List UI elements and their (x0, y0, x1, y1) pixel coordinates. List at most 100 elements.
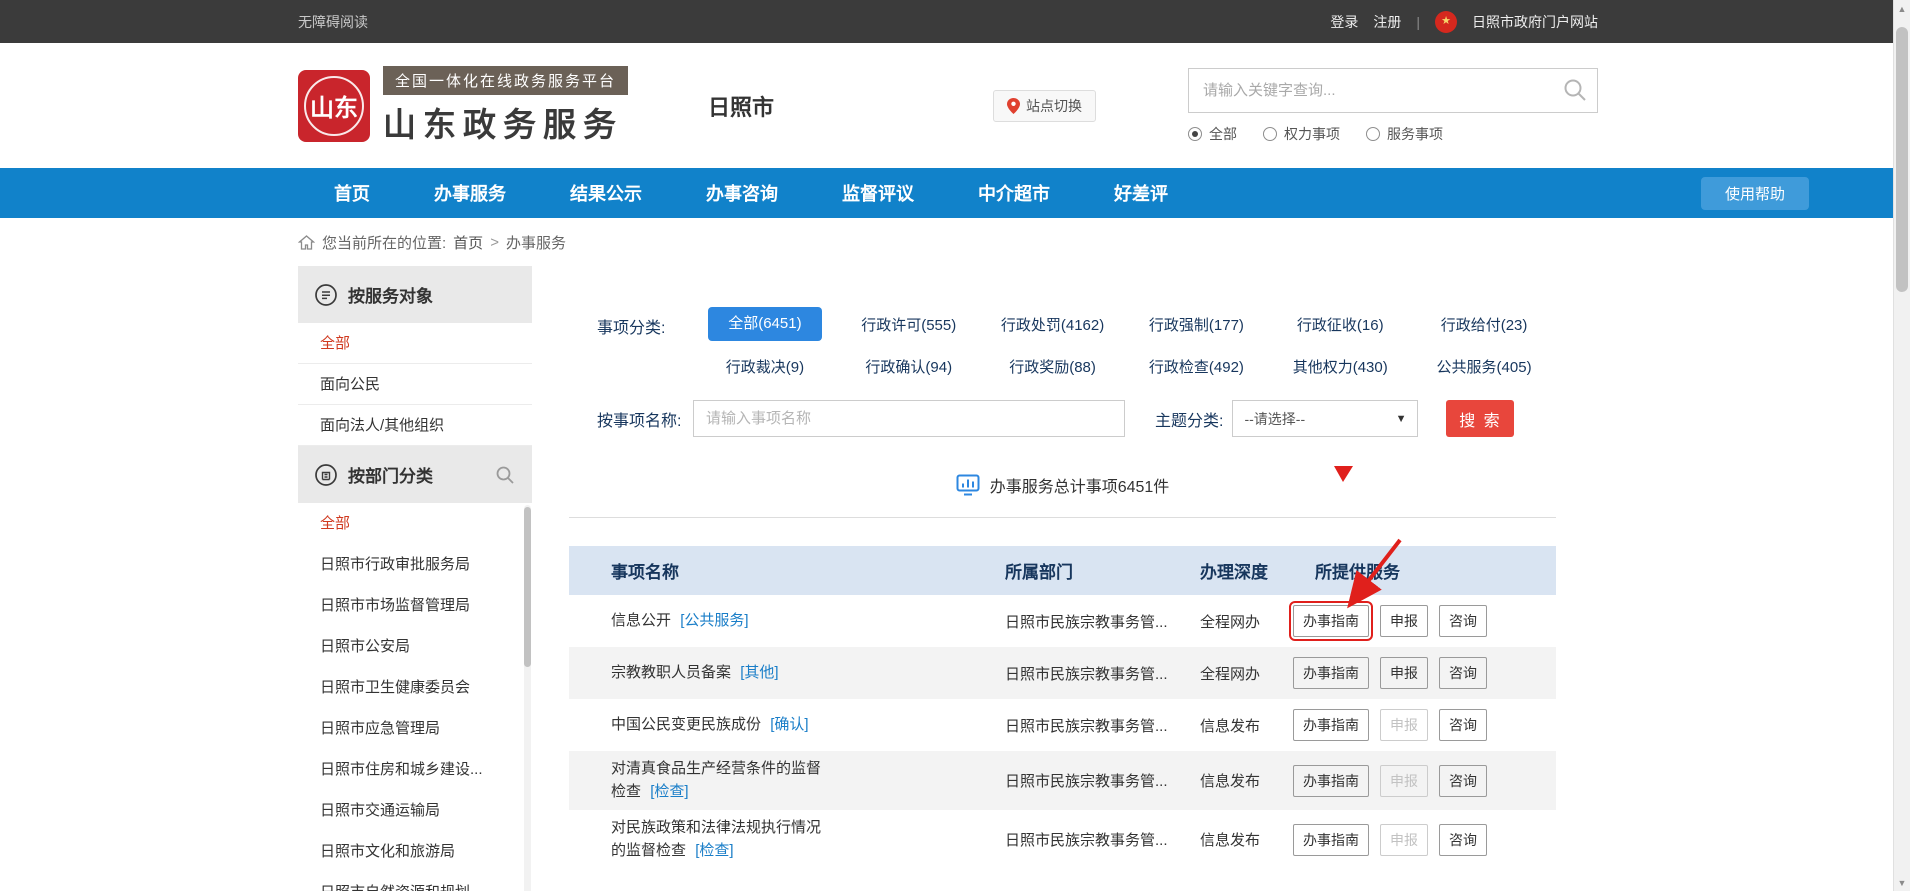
consult-button[interactable]: 咨询 (1439, 605, 1487, 637)
content: 事项分类: 全部(6451) 行政许可(555) 行政处罚(4162) 行政强制… (569, 266, 1598, 869)
category-public-service[interactable]: 公共服务(405) (1433, 356, 1536, 377)
sidebar-dept-item[interactable]: 日照市行政审批服务局 (298, 544, 532, 585)
sidebar-dept-item[interactable]: 日照市市场监督管理局 (298, 585, 532, 626)
radio-icon (1263, 127, 1277, 141)
scope-option-power[interactable]: 权力事项 (1263, 124, 1340, 144)
nav-item-home[interactable]: 首页 (334, 180, 370, 206)
breadcrumb-prefix: 您当前所在的位置: (322, 232, 446, 253)
category-coercion[interactable]: 行政强制(177) (1145, 314, 1248, 335)
sidebar-dept-item[interactable]: 日照市住房和城乡建设... (298, 749, 532, 790)
item-depth: 全程网办 (1190, 611, 1293, 632)
guide-button[interactable]: 办事指南 (1293, 605, 1369, 637)
item-category-link[interactable]: [确认] (770, 716, 808, 733)
department-icon (314, 463, 338, 487)
item-category-link[interactable]: [其他] (740, 664, 778, 681)
topbar-divider: | (1416, 14, 1420, 30)
platform-badge: 全国一体化在线政务服务平台 (383, 66, 628, 95)
consult-button[interactable]: 咨询 (1439, 765, 1487, 797)
item-department: 日照市民族宗教事务管... (990, 829, 1190, 850)
name-filter-label: 按事项名称: (597, 407, 693, 431)
main-area: 按服务对象 全部 面向公民 面向法人/其他组织 按部门分类 全部 日照市行政审批… (298, 266, 1598, 891)
site-logo[interactable]: 山东 全国一体化在线政务服务平台 山东政务服务 (298, 66, 628, 146)
search-icon[interactable] (1562, 77, 1588, 103)
sidebar-section-department: 按部门分类 (298, 446, 532, 503)
site-switch-button[interactable]: 站点切换 (993, 90, 1096, 122)
sidebar-dept-item[interactable]: 日照市卫生健康委员会 (298, 667, 532, 708)
scrollbar-down-arrow-icon[interactable]: ▼ (1894, 874, 1910, 891)
name-search-row: 按事项名称: 主题分类: --请选择-- ▼ 搜 索 (569, 400, 1556, 437)
sidebar-dept-item[interactable]: 日照市交通运输局 (298, 790, 532, 831)
category-payment[interactable]: 行政给付(23) (1437, 314, 1532, 335)
scrollbar-thumb[interactable] (1896, 27, 1908, 292)
apply-button[interactable]: 申报 (1380, 605, 1428, 637)
sidebar-scrollbar-thumb[interactable] (524, 507, 531, 667)
category-adjudication[interactable]: 行政裁决(9) (722, 356, 808, 377)
chart-icon (956, 474, 980, 496)
register-link[interactable]: 注册 (1373, 12, 1401, 32)
guide-button[interactable]: 办事指南 (1293, 824, 1369, 856)
consult-button[interactable]: 咨询 (1439, 657, 1487, 689)
sidebar-dept-item[interactable]: 日照市自然资源和规划... (298, 872, 532, 891)
portal-link[interactable]: 日照市政府门户网站 (1472, 12, 1598, 32)
sidebar-search-icon[interactable] (494, 464, 516, 486)
guide-button[interactable]: 办事指南 (1293, 657, 1369, 689)
item-name-cell: 宗教教职人员备案 [其他] (569, 662, 990, 685)
category-filter: 事项分类: 全部(6451) 行政许可(555) 行政处罚(4162) 行政强制… (569, 307, 1556, 377)
sidebar-dept-item[interactable]: 日照市文化和旅游局 (298, 831, 532, 872)
nav-item-rating[interactable]: 好差评 (1114, 180, 1168, 206)
category-other-power[interactable]: 其他权力(430) (1289, 356, 1392, 377)
scrollbar-up-arrow-icon[interactable]: ▲ (1894, 0, 1910, 17)
category-penalty[interactable]: 行政处罚(4162) (997, 314, 1108, 335)
item-name-input[interactable] (693, 400, 1125, 437)
category-all[interactable]: 全部(6451) (708, 307, 821, 341)
sidebar-item-all[interactable]: 全部 (298, 323, 532, 364)
keyword-search-input[interactable] (1188, 68, 1598, 113)
topic-select[interactable]: --请选择-- ▼ (1232, 400, 1418, 437)
category-levy[interactable]: 行政征收(16) (1293, 314, 1388, 335)
item-services: 办事指南 申报 咨询 (1293, 765, 1556, 797)
nav-item-agency-market[interactable]: 中介超市 (978, 180, 1050, 206)
nav-item-services[interactable]: 办事服务 (434, 180, 506, 206)
sidebar-item-legal-person[interactable]: 面向法人/其他组织 (298, 405, 532, 446)
item-services: 办事指南 申报 咨询 (1293, 657, 1556, 689)
nav-item-consult[interactable]: 办事咨询 (706, 180, 778, 206)
breadcrumb-home-link[interactable]: 首页 (453, 232, 483, 253)
table-row: 中国公民变更民族成份 [确认] 日照市民族宗教事务管... 信息发布 办事指南 … (569, 699, 1556, 751)
help-button[interactable]: 使用帮助 (1701, 177, 1809, 210)
item-category-link[interactable]: [公共服务] (680, 612, 748, 629)
apply-button-disabled: 申报 (1380, 824, 1428, 856)
category-reward[interactable]: 行政奖励(88) (1005, 356, 1100, 377)
item-depth: 信息发布 (1190, 715, 1293, 736)
sidebar-dept-all[interactable]: 全部 (298, 503, 532, 544)
nav-item-supervision[interactable]: 监督评议 (842, 180, 914, 206)
breadcrumb: 您当前所在的位置: 首页 > 办事服务 (298, 218, 1598, 266)
item-category-link[interactable]: [检查] (695, 842, 733, 859)
apply-button[interactable]: 申报 (1380, 657, 1428, 689)
item-category-link[interactable]: [检查] (650, 783, 688, 800)
category-inspection[interactable]: 行政检查(492) (1145, 356, 1248, 377)
category-confirmation[interactable]: 行政确认(94) (861, 356, 956, 377)
scope-option-service[interactable]: 服务事项 (1366, 124, 1443, 144)
accessibility-link[interactable]: 无障碍阅读 (298, 12, 368, 32)
login-link[interactable]: 登录 (1330, 12, 1358, 32)
category-license[interactable]: 行政许可(555) (857, 314, 960, 335)
item-depth: 信息发布 (1190, 770, 1293, 791)
logo-text: 全国一体化在线政务服务平台 山东政务服务 (383, 66, 628, 146)
nav-item-results[interactable]: 结果公示 (570, 180, 642, 206)
service-target-icon (314, 283, 338, 307)
scope-option-all[interactable]: 全部 (1188, 124, 1237, 144)
guide-button[interactable]: 办事指南 (1293, 765, 1369, 797)
national-emblem-icon (1435, 11, 1457, 33)
consult-button[interactable]: 咨询 (1439, 709, 1487, 741)
header-department: 所属部门 (990, 558, 1190, 583)
search-submit-button[interactable]: 搜 索 (1446, 400, 1514, 437)
item-department: 日照市民族宗教事务管... (990, 715, 1190, 736)
guide-button[interactable]: 办事指南 (1293, 709, 1369, 741)
sidebar-dept-item[interactable]: 日照市公安局 (298, 626, 532, 667)
sidebar-item-citizen[interactable]: 面向公民 (298, 364, 532, 405)
page-scrollbar[interactable]: ▲ ▼ (1893, 0, 1910, 891)
consult-button[interactable]: 咨询 (1439, 824, 1487, 856)
radio-icon (1366, 127, 1380, 141)
sidebar-dept-item[interactable]: 日照市应急管理局 (298, 708, 532, 749)
header-depth: 办理深度 (1190, 558, 1293, 583)
